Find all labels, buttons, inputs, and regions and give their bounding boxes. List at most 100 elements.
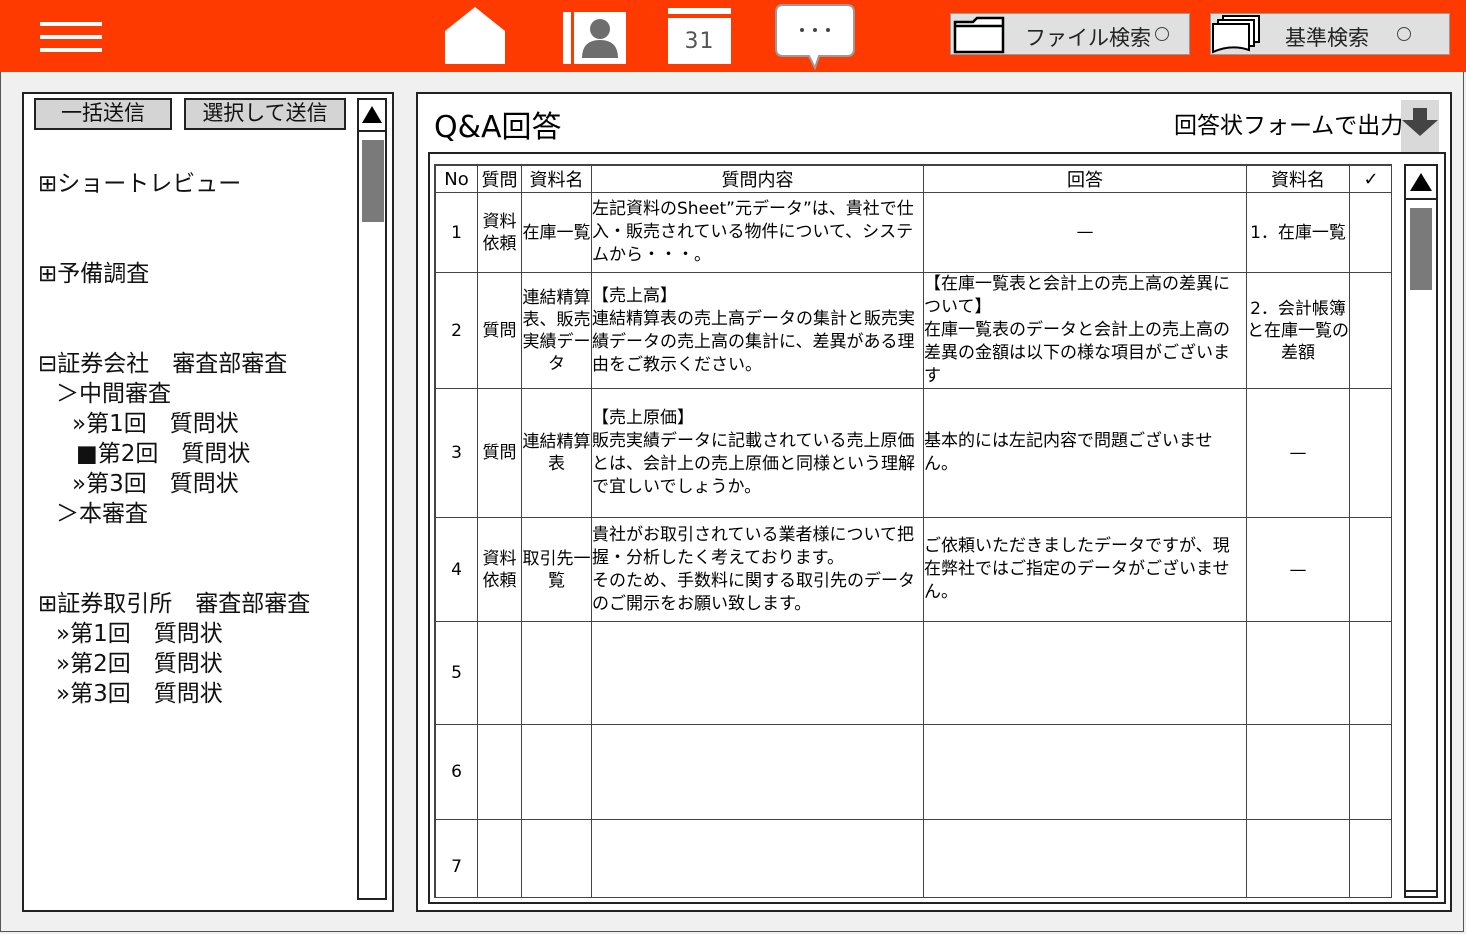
row-type [477,621,522,725]
row-no: 3 [435,388,478,518]
row-check [1349,192,1391,273]
row-answer [923,819,1247,897]
scroll-up-button[interactable] [359,100,385,132]
row-reference [1246,621,1350,725]
row-answer: 【在庫一覧表と会計上の売上高の差異について】 在庫一覧表のデータと会計上の売上高… [923,272,1247,389]
download-arrow-icon [1402,108,1438,136]
row-no: 7 [435,819,478,897]
row-question [591,724,924,820]
scroll-up-button[interactable] [1406,166,1436,200]
row-answer: — [923,192,1247,273]
scroll-track-end [1406,890,1436,892]
row-type: 質問 [477,388,522,518]
table-header-row: No 質問 資料名 質問内容 回答 資料名 ✓ [435,165,1391,193]
sidebar-panel: 一括送信 選択して送信 ⊞ショートレビュー ⊞予備調査 ⊟証券会社 審査部審査 … [22,92,394,912]
export-form-label[interactable]: 回答状フォームで出力 [1174,106,1403,140]
table-row[interactable]: 5 [435,621,1391,725]
file-search-label: ファイル検索 [1025,26,1151,50]
row-document: 取引先一覧 [521,517,592,622]
select-send-button[interactable]: 選択して送信 [184,98,346,130]
top-bar: 31 ファイル検索 基準検索 [0,0,1466,72]
page-title: Q&A回答 [434,110,562,145]
row-answer: 基本的には左記内容で問題ございません。 [923,388,1247,518]
row-type [477,724,522,820]
row-question: 左記資料のSheet”元データ”は、貴社で仕入・販売されている物件について、シス… [591,192,924,273]
row-document: 在庫一覧 [521,192,592,273]
row-question: 【売上高】 連結精算表の売上高データの集計と販売実績データの売上高の集計に、差異… [591,272,924,389]
tree-item-exchange-q2[interactable]: »第2回 質問状 [56,644,223,678]
triangle-up-icon [362,106,382,123]
row-no: 6 [435,724,478,820]
table-row[interactable]: 7 [435,819,1391,897]
table-row[interactable]: 4 資料依頼 取引先一覧 貴社がお取引されている業者様について把握・分析したく考えてお… [435,517,1391,622]
file-search-radio[interactable] [1155,27,1169,41]
bulk-send-button[interactable]: 一括送信 [34,98,172,130]
profile-icon[interactable] [563,12,626,64]
row-reference: — [1246,388,1350,518]
menu-icon[interactable] [40,22,102,52]
table-row[interactable]: 1 資料依頼 在庫一覧 左記資料のSheet”元データ”は、貴社で仕入・販売されている… [435,192,1391,273]
row-type: 質問 [477,272,522,389]
tree-item-interim-review[interactable]: ＞中間審査 [56,374,171,408]
home-icon[interactable] [445,6,505,64]
criteria-search-label: 基準検索 [1285,26,1369,50]
criteria-search-button[interactable]: 基準検索 [1210,13,1450,55]
row-no: 4 [435,517,478,622]
table-row[interactable]: 2 質問 連結精算表、販売実績データ 【売上高】 連結精算表の売上高データの集計と販売… [435,272,1391,389]
row-document [521,724,592,820]
qa-table: No 質問 資料名 質問内容 回答 資料名 ✓ 1 資料依頼 在庫一覧 左記資料のSh… [435,165,1391,897]
documents-icon [1212,15,1260,54]
tree-item-exchange-review[interactable]: ⊞証券取引所 審査部審査 [38,584,310,618]
row-check [1349,388,1391,518]
tree-item-exchange-q1[interactable]: »第1回 質問状 [56,614,223,648]
table-frame: No 質問 資料名 質問内容 回答 資料名 ✓ 1 資料依頼 在庫一覧 左記資料のSh… [428,152,1446,904]
tree-item-short-review[interactable]: ⊞ショートレビュー [38,164,241,198]
row-answer: ご依頼いただきましたデータですが、現在弊社ではご指定のデータがございません。 [923,517,1247,622]
tree-item-preliminary-survey[interactable]: ⊞予備調査 [38,254,149,288]
tree-item-interim-q2-selected[interactable]: ■第2回 質問状 [76,434,250,468]
chat-icon[interactable] [775,4,855,70]
col-header-type: 質問 [477,165,522,193]
row-document: 連結精算表 [521,388,592,518]
table-scrollbar[interactable] [1404,164,1438,898]
row-answer [923,724,1247,820]
tree-item-main-review[interactable]: ＞本審査 [56,494,148,528]
scroll-thumb[interactable] [362,140,384,222]
row-no: 5 [435,621,478,725]
row-check [1349,819,1391,897]
col-header-document: 資料名 [521,165,592,193]
row-check [1349,517,1391,622]
row-reference: — [1246,517,1350,622]
row-check [1349,621,1391,725]
row-question: 貴社がお取引されている業者様について把握・分析したく考えております。 そのため、… [591,517,924,622]
folder-icon [953,16,1005,54]
triangle-up-icon [1410,173,1432,191]
row-type: 資料依頼 [477,192,522,273]
export-download-button[interactable] [1401,100,1439,152]
row-reference [1246,819,1350,897]
col-header-reference: 資料名 [1246,165,1350,193]
row-document [521,819,592,897]
row-document [521,621,592,725]
table-row[interactable]: 6 [435,724,1391,820]
row-question [591,819,924,897]
file-search-button[interactable]: ファイル検索 [950,13,1190,55]
row-reference: 2．会計帳簿と在庫一覧の差額 [1246,272,1350,389]
sidebar-scrollbar[interactable] [357,98,387,900]
row-question: 【売上原価】 販売実績データに記載されている売上原価とは、会計上の売上原価と同様… [591,388,924,518]
col-header-answer: 回答 [923,165,1247,193]
row-question [591,621,924,725]
row-no: 2 [435,272,478,389]
calendar-day: 31 [668,18,731,64]
col-header-no: No [435,165,478,193]
tree-item-exchange-q3[interactable]: »第3回 質問状 [56,674,223,708]
criteria-search-radio[interactable] [1397,27,1411,41]
calendar-icon[interactable]: 31 [668,8,731,64]
table-row[interactable]: 3 質問 連結精算表 【売上原価】 販売実績データに記載されている売上原価とは、会計上… [435,388,1391,518]
tree-item-interim-q1[interactable]: »第1回 質問状 [72,404,239,438]
tree-item-securities-company-review[interactable]: ⊟証券会社 審査部審査 [38,344,287,378]
scroll-thumb[interactable] [1410,208,1432,290]
row-check [1349,272,1391,389]
tree-item-interim-q3[interactable]: »第3回 質問状 [72,464,239,498]
row-answer [923,621,1247,725]
